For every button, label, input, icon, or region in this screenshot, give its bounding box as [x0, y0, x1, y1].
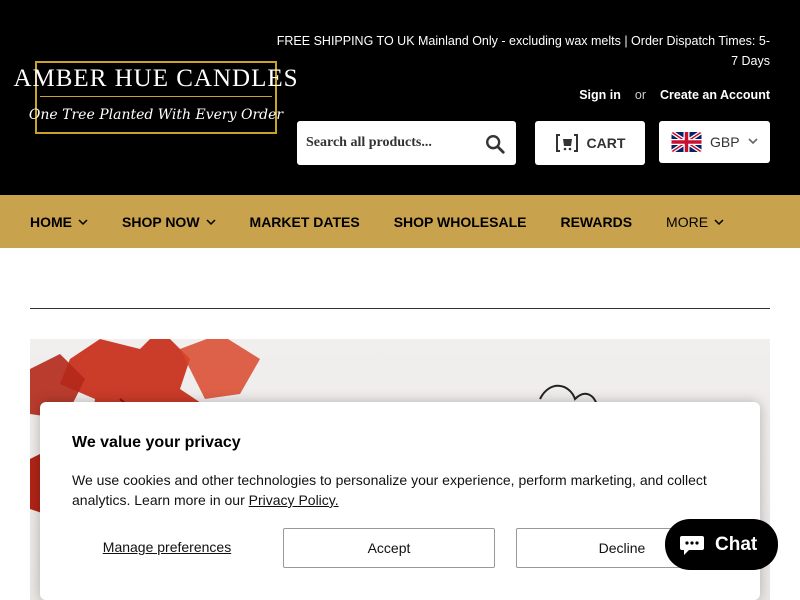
nav-item-label: HOME: [30, 213, 72, 230]
accept-button[interactable]: Accept: [283, 528, 495, 568]
cookie-text: We use cookies and other technologies to…: [72, 472, 707, 508]
chat-bubble-icon: [680, 535, 704, 555]
currency-code: GBP: [710, 134, 740, 150]
chevron-down-icon: [78, 218, 88, 225]
nav-item-shop-wholesale[interactable]: SHOP WHOLESALE: [394, 214, 527, 230]
nav-item-label: SHOP WHOLESALE: [393, 213, 527, 230]
nav-item-label: MARKET DATES: [249, 213, 360, 230]
cookie-description: We use cookies and other technologies to…: [72, 470, 722, 510]
search-icon[interactable]: [484, 133, 506, 155]
search-box: [297, 121, 516, 165]
chat-label: Chat: [715, 533, 758, 555]
account-links: Sign in or Create an Account: [579, 88, 770, 102]
cart-label: CART: [586, 135, 626, 151]
brand-logo[interactable]: AMBER HUE CANDLES One Tree Planted With …: [13, 61, 298, 134]
nav-item-more[interactable]: MORE: [666, 214, 724, 230]
create-account-link[interactable]: Create an Account: [660, 88, 770, 102]
chevron-down-icon: [206, 218, 216, 225]
logo-divider: [40, 96, 272, 97]
cart-button[interactable]: CART: [535, 121, 645, 165]
nav-item-rewards[interactable]: REWARDS: [560, 214, 632, 230]
nav-item-label: MORE: [666, 213, 709, 230]
uk-flag-icon: [671, 132, 702, 152]
privacy-policy-link[interactable]: Privacy Policy.: [249, 492, 339, 508]
nav-item-shop-now[interactable]: SHOP NOW: [122, 214, 216, 230]
nav-item-label: SHOP NOW: [122, 213, 200, 230]
cookie-actions: Manage preferences Accept Decline: [72, 528, 728, 568]
chevron-down-icon: [748, 138, 758, 145]
announcement-bar: FREE SHIPPING TO UK Mainland Only - excl…: [276, 34, 770, 68]
currency-selector[interactable]: GBP: [659, 121, 770, 163]
site-header: AMBER HUE CANDLES One Tree Planted With …: [0, 0, 800, 195]
search-input[interactable]: [297, 123, 467, 163]
cart-icon: [555, 134, 578, 152]
nav-item-market-dates[interactable]: MARKET DATES: [250, 214, 360, 230]
logo-brand-name: AMBER HUE CANDLES: [13, 65, 299, 92]
chat-button[interactable]: Chat: [665, 519, 778, 570]
content-divider: [30, 308, 770, 309]
nav-item-label: REWARDS: [560, 213, 633, 230]
logo-tagline: One Tree Planted With Every Order: [28, 107, 284, 123]
cookie-consent-banner: We value your privacy We use cookies and…: [40, 402, 760, 600]
sign-in-link[interactable]: Sign in: [579, 88, 621, 102]
main-nav: HOME SHOP NOW MARKET DATES SHOP WHOLESAL…: [0, 195, 800, 248]
cookie-title: We value your privacy: [72, 434, 241, 451]
manage-preferences-button[interactable]: Manage preferences: [72, 528, 262, 566]
or-separator: or: [634, 88, 647, 102]
chevron-down-icon: [714, 218, 724, 225]
nav-item-home[interactable]: HOME: [30, 214, 88, 230]
